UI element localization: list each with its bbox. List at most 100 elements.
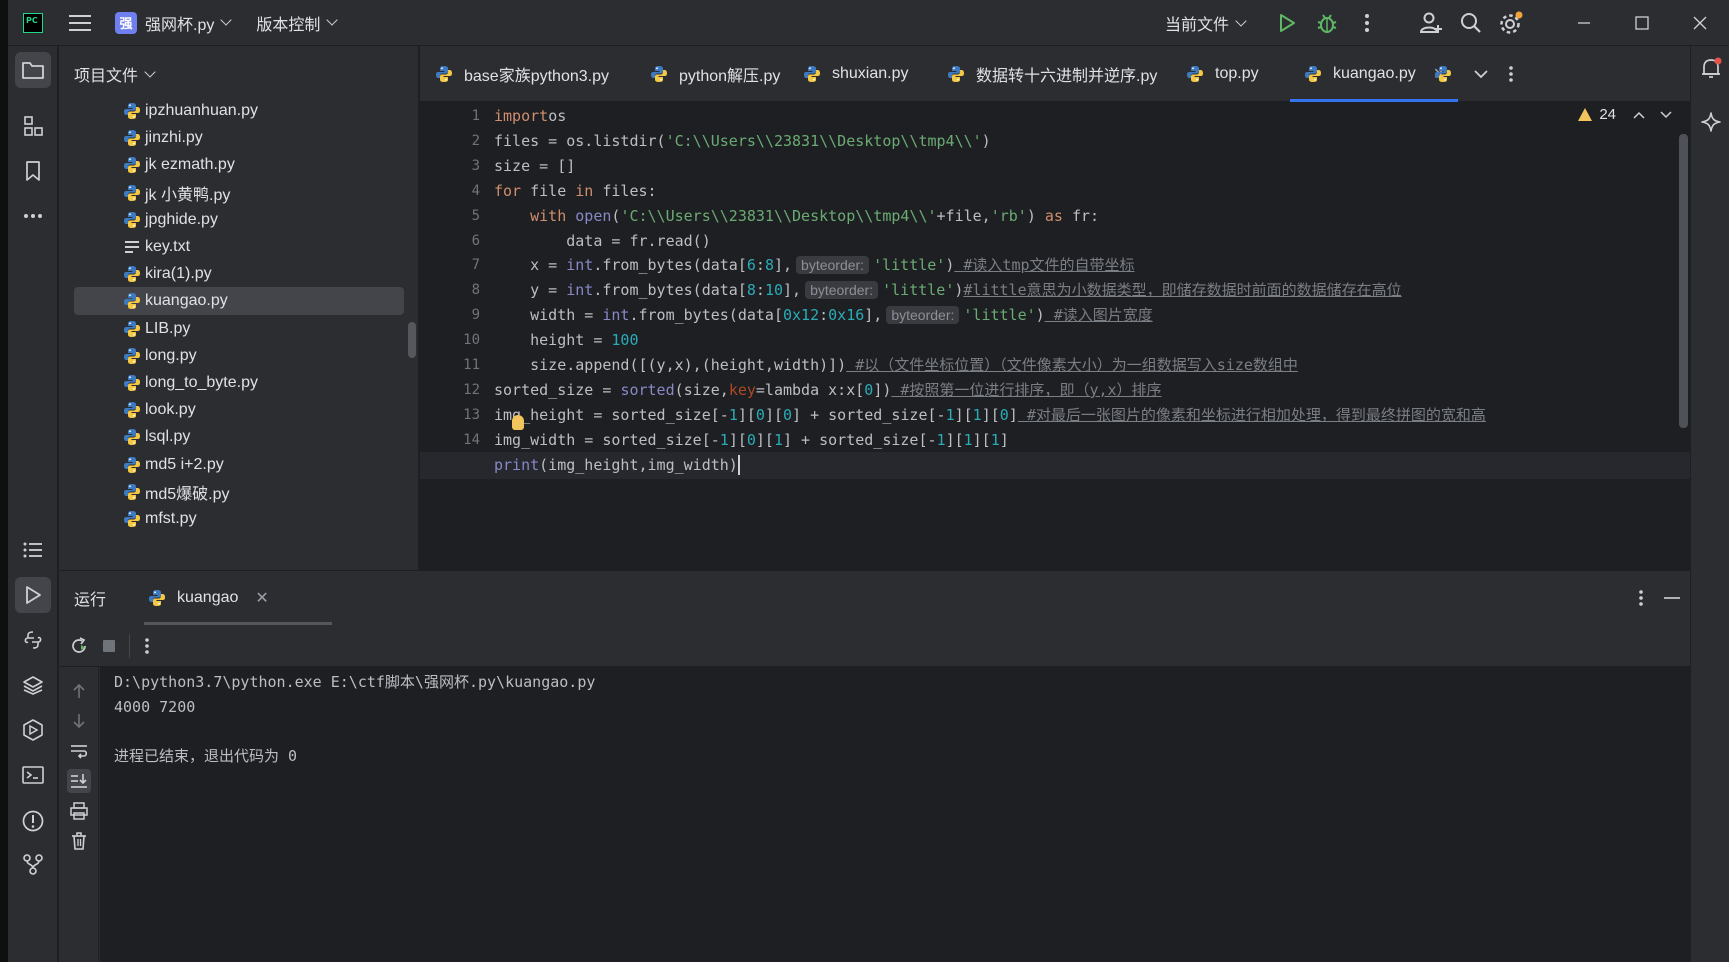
services-tool-button[interactable] bbox=[15, 712, 51, 748]
code-token: key bbox=[728, 380, 756, 399]
vcs-menu[interactable]: 版本控制 bbox=[256, 11, 339, 35]
more-vertical-icon bbox=[1365, 14, 1369, 32]
tree-item[interactable]: key.txt bbox=[74, 233, 404, 261]
close-icon[interactable]: ✕ bbox=[255, 588, 268, 608]
editor-tab[interactable]: base家族python3.py bbox=[435, 46, 609, 102]
scroll-up-button[interactable] bbox=[67, 679, 91, 703]
tree-item[interactable]: jk 小黄鸭.py bbox=[74, 179, 404, 207]
structure-tool-button[interactable] bbox=[15, 108, 51, 144]
tab-options-button[interactable] bbox=[1496, 46, 1526, 102]
tree-item[interactable]: long.py bbox=[74, 342, 404, 370]
tree-item[interactable]: jk ezmath.py bbox=[74, 151, 404, 179]
git-tool-button[interactable] bbox=[15, 846, 51, 882]
clear-console-button[interactable] bbox=[67, 829, 91, 853]
code-line[interactable]: img_width = sorted_size[-1][0][1] + sort… bbox=[494, 427, 1674, 454]
project-selector[interactable]: 强 强网杯.py bbox=[115, 11, 233, 35]
tab-overflow-python-icon[interactable] bbox=[1430, 46, 1460, 102]
code-line[interactable]: for file in files: bbox=[494, 178, 1674, 205]
run-button[interactable] bbox=[1267, 0, 1307, 46]
tree-item[interactable]: long_to_byte.py bbox=[74, 369, 404, 397]
maximize-button[interactable] bbox=[1613, 0, 1671, 46]
tree-item[interactable]: jpghide.py bbox=[74, 206, 404, 234]
problems-tool-button[interactable] bbox=[15, 803, 51, 839]
more-tools-button[interactable] bbox=[15, 198, 51, 234]
tree-item-label: md5 i+2.py bbox=[145, 455, 224, 473]
tree-item[interactable]: jinzhi.py bbox=[74, 124, 404, 152]
main-menu-icon[interactable] bbox=[69, 14, 91, 31]
tree-item[interactable]: lsql.py bbox=[74, 423, 404, 451]
editor-tab[interactable]: kuangao.py ✕ bbox=[1289, 46, 1459, 102]
code-line[interactable]: files = os.listdir('C:\\Users\\23831\\De… bbox=[494, 128, 1674, 155]
scroll-down-button[interactable] bbox=[67, 709, 91, 733]
editor-scrollbar[interactable] bbox=[1679, 134, 1688, 428]
tree-scrollbar[interactable] bbox=[408, 322, 416, 358]
code-line[interactable]: height = 100 bbox=[494, 327, 1674, 354]
code-line[interactable]: y = int.from_bytes(data[8:10], byteorder:… bbox=[494, 277, 1674, 304]
inspection-widget[interactable]: 24 bbox=[1578, 106, 1672, 123]
editor-tab[interactable]: 数据转十六进制并逆序.py bbox=[947, 46, 1157, 102]
intention-bulb-icon[interactable] bbox=[512, 415, 524, 430]
code-token: 0 bbox=[746, 430, 756, 449]
run-configuration-selector[interactable]: 当前文件 bbox=[1165, 11, 1247, 35]
console-output[interactable]: D:\python3.7\python.exe E:\ctf脚本\强网杯.py\… bbox=[100, 667, 1690, 962]
code-line[interactable]: img_height = sorted_size[-1][0][0] + sor… bbox=[494, 402, 1674, 429]
more-actions-button[interactable] bbox=[1347, 0, 1387, 46]
terminal-icon bbox=[22, 766, 44, 784]
code-line[interactable]: x = int.from_bytes(data[6:8], byteorder: '… bbox=[494, 252, 1674, 279]
soft-wrap-button[interactable] bbox=[67, 739, 91, 763]
run-tool-button[interactable] bbox=[15, 577, 51, 613]
add-user-button[interactable] bbox=[1411, 0, 1451, 46]
tree-item[interactable]: look.py bbox=[74, 396, 404, 424]
editor-tab[interactable]: python解压.py bbox=[650, 46, 780, 102]
tree-item[interactable]: md5爆破.py bbox=[74, 478, 404, 506]
search-button[interactable] bbox=[1451, 0, 1491, 46]
code-editor[interactable]: 123456789101112131415 importosfiles = os… bbox=[420, 102, 1690, 570]
code-token: : bbox=[819, 306, 829, 325]
terminal-tool-button[interactable] bbox=[15, 757, 51, 793]
scroll-to-end-button[interactable] bbox=[67, 769, 91, 793]
minimize-button[interactable] bbox=[1555, 0, 1613, 46]
bookmarks-tool-button[interactable] bbox=[15, 153, 51, 189]
notifications-button[interactable] bbox=[1697, 54, 1725, 82]
print-icon bbox=[70, 802, 88, 820]
code-line[interactable]: data = fr.read() bbox=[494, 228, 1674, 255]
tab-list-dropdown[interactable] bbox=[1466, 46, 1496, 102]
todo-tool-button[interactable] bbox=[15, 532, 51, 568]
code-line[interactable]: width = int.from_bytes(data[0x12:0x16], b… bbox=[494, 302, 1674, 329]
tree-item[interactable]: LIB.py bbox=[74, 315, 404, 343]
code-token: ][ bbox=[728, 430, 747, 449]
more-vertical-icon[interactable] bbox=[144, 637, 150, 655]
tree-item[interactable]: mfst.py bbox=[74, 505, 404, 533]
tab-label: python解压.py bbox=[679, 68, 781, 85]
editor-tab[interactable]: shuxian.py bbox=[803, 46, 909, 102]
run-tab-kuangao[interactable]: kuangao ✕ bbox=[144, 571, 332, 625]
python-packages-tool-button[interactable] bbox=[15, 667, 51, 703]
trash-icon bbox=[72, 832, 86, 850]
chevron-up-icon[interactable] bbox=[1633, 111, 1645, 119]
ai-assistant-button[interactable] bbox=[1697, 108, 1725, 136]
tree-item[interactable]: ipzhuanhuan.py bbox=[74, 102, 404, 125]
code-line[interactable]: with open('C:\\Users\\23831\\Desktop\\tm… bbox=[494, 203, 1674, 230]
tree-item[interactable]: kira(1).py bbox=[74, 260, 404, 288]
debug-button[interactable] bbox=[1307, 0, 1347, 46]
editor-tab[interactable]: top.py bbox=[1186, 46, 1259, 102]
code-area[interactable]: importos files = os.listdir('C:\\Users\\2… bbox=[420, 102, 1690, 570]
tree-item[interactable]: md5 i+2.py bbox=[74, 451, 404, 479]
close-window-button[interactable] bbox=[1671, 0, 1729, 46]
settings-button[interactable] bbox=[1491, 0, 1531, 46]
project-tool-button[interactable] bbox=[15, 52, 51, 88]
code-line[interactable]: print(img_height,img_width) bbox=[420, 451, 1690, 479]
rerun-icon[interactable] bbox=[69, 636, 89, 656]
code-line[interactable]: size = [] bbox=[494, 153, 1674, 180]
more-vertical-icon[interactable] bbox=[1638, 589, 1644, 607]
stop-icon[interactable] bbox=[101, 638, 117, 654]
project-panel-header[interactable]: 项目文件 bbox=[59, 46, 418, 102]
code-line[interactable]: importos bbox=[494, 103, 1674, 130]
code-line[interactable]: size.append([(y,x),(height,width)]) #以（文… bbox=[494, 352, 1674, 379]
python-console-tool-button[interactable] bbox=[15, 622, 51, 658]
hide-panel-icon[interactable] bbox=[1664, 596, 1680, 600]
print-button[interactable] bbox=[67, 799, 91, 823]
tree-item[interactable]: kuangao.py bbox=[74, 287, 404, 316]
chevron-down-icon[interactable] bbox=[1660, 110, 1672, 119]
code-line[interactable]: sorted_size = sorted(size,key=lambda x:x… bbox=[494, 377, 1674, 404]
